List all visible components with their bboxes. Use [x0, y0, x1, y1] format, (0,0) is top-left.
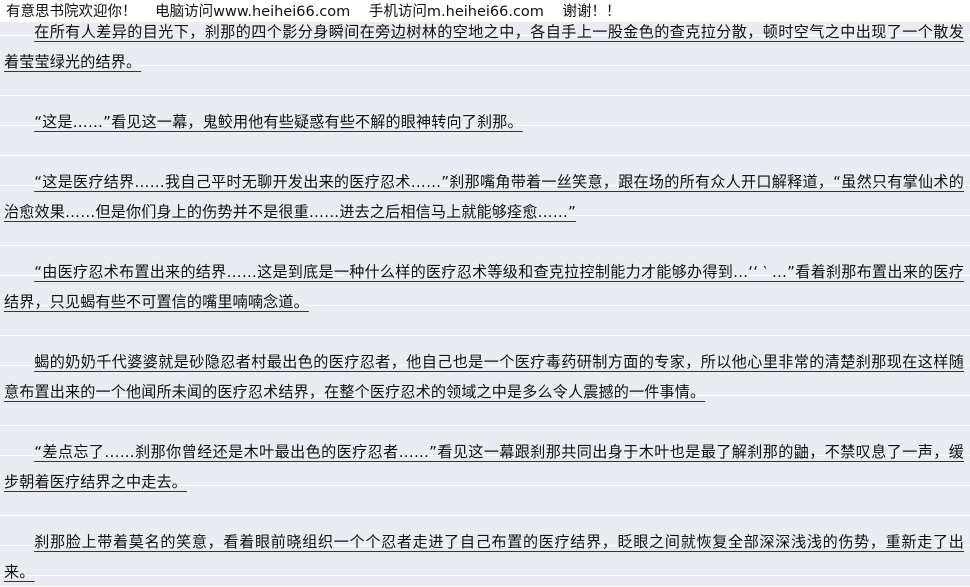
paragraph: “这是医疗结界……我自己平时无聊开发出来的医疗忍术……”刹那嘴角带着一丝笑意，跟…	[4, 173, 964, 221]
chapter-body: 在所有人差异的目光下，刹那的四个影分身瞬间在旁边树林的空地之中，各自手上一股金色…	[4, 17, 964, 587]
paragraph: “由医疗忍术布置出来的结界……这是到底是一种什么样的医疗忍术等级和查克拉控制能力…	[4, 263, 964, 311]
paragraph: 在所有人差异的目光下，刹那的四个影分身瞬间在旁边树林的空地之中，各自手上一股金色…	[4, 23, 964, 71]
paragraph: “差点忘了……刹那你曾经还是木叶最出色的医疗忍者……”看见这一幕跟刹那共同出身于…	[4, 443, 964, 491]
reader-page: 有意思书院欢迎你！ 电脑访问www.heihei66.com 手机访问m.hei…	[0, 0, 970, 586]
paragraph: 蝎的奶奶千代婆婆就是砂隐忍者村最出色的医疗忍者，他自己也是一个医疗毒药研制方面的…	[4, 353, 964, 401]
paragraph: 刹那脸上带着莫名的笑意，看着眼前晓组织一个个忍者走进了自己布置的医疗结界，眨眼之…	[4, 533, 964, 581]
paragraph: “这是……”看见这一幕，鬼鲛用他有些疑惑有些不解的眼神转向了刹那。	[34, 113, 523, 131]
